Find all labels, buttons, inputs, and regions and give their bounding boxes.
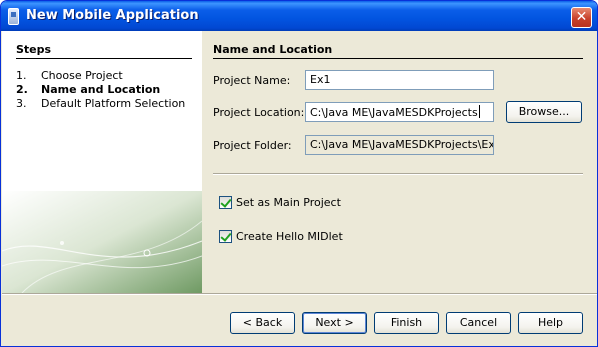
back-button[interactable]: < Back	[230, 312, 295, 334]
project-folder-field: C:\Java ME\JavaMESDKProjects\Ex1	[305, 135, 494, 155]
steps-title: Steps	[16, 43, 52, 56]
step-name-and-location: 2. Name and Location	[16, 83, 160, 96]
decorative-wave-graphic	[2, 191, 202, 293]
project-folder-label: Project Folder:	[213, 139, 292, 152]
set-main-project-checkbox[interactable]	[219, 196, 232, 209]
window-title: New Mobile Application	[26, 8, 199, 23]
steps-panel: Steps 1. Choose Project 2. Name and Locati…	[2, 31, 202, 293]
step-number: 2.	[16, 83, 28, 96]
create-hello-midlet-label[interactable]: Create Hello MIDlet	[236, 230, 343, 243]
project-location-input[interactable]: C:\Java ME\JavaMESDKProjects	[305, 102, 494, 122]
steps-divider	[16, 58, 192, 59]
wizard-window: New Mobile Application ✕ Steps 1. Choose …	[0, 0, 598, 347]
project-location-label: Project Location:	[213, 106, 305, 119]
section-divider	[213, 58, 583, 59]
options-separator	[213, 173, 583, 175]
browse-button[interactable]: Browse...	[506, 101, 582, 123]
footer-divider-highlight	[2, 294, 597, 295]
step-number: 3.	[16, 97, 27, 110]
application-icon	[8, 8, 19, 25]
step-default-platform-selection: 3. Default Platform Selection	[16, 97, 185, 110]
project-name-input[interactable]: Ex1	[305, 70, 494, 90]
help-button[interactable]: Help	[518, 312, 583, 334]
step-choose-project: 1. Choose Project	[16, 69, 123, 82]
section-title: Name and Location	[213, 43, 333, 56]
step-label: Default Platform Selection	[41, 97, 186, 110]
create-hello-midlet-checkbox[interactable]	[219, 230, 232, 243]
close-button[interactable]: ✕	[571, 7, 592, 28]
cancel-button[interactable]: Cancel	[446, 312, 511, 334]
step-label: Name and Location	[41, 83, 161, 96]
finish-button[interactable]: Finish	[374, 312, 439, 334]
step-label: Choose Project	[41, 69, 123, 82]
title-bar[interactable]: New Mobile Application ✕	[1, 1, 597, 31]
set-main-project-label[interactable]: Set as Main Project	[236, 196, 341, 209]
project-name-label: Project Name:	[213, 74, 291, 87]
content-panel: Name and Location Project Name: Ex1 Proj…	[203, 31, 597, 293]
step-number: 1.	[16, 69, 27, 82]
text-caret	[478, 105, 480, 118]
project-location-value: C:\Java ME\JavaMESDKProjects	[310, 106, 478, 119]
next-button[interactable]: Next >	[302, 312, 367, 334]
